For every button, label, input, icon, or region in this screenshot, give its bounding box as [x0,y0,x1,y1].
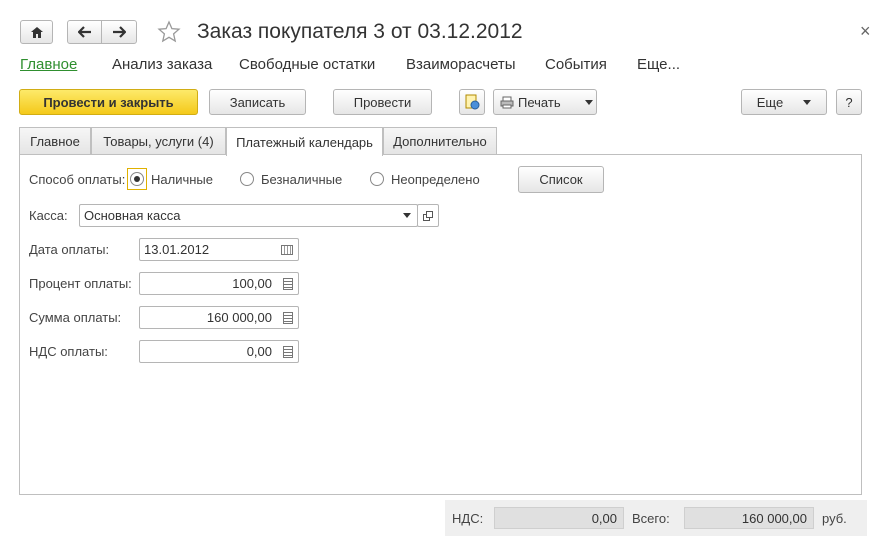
nav-more[interactable]: Еще... [637,56,680,73]
payment-vat-value: 0,00 [246,344,272,359]
nav-main[interactable]: Главное [20,56,77,73]
post-button[interactable]: Провести [333,89,432,115]
tab-main-label: Главное [30,134,80,149]
post-and-close-button[interactable]: Провести и закрыть [19,89,198,115]
help-label: ? [845,94,853,110]
favorite-star-icon[interactable] [157,20,181,47]
save-label: Записать [229,94,286,110]
payment-amount-label: Сумма оплаты: [29,310,122,325]
tab-additional[interactable]: Дополнительно [383,127,497,155]
payment-amount-value: 160 000,00 [206,310,272,325]
window-title: Заказ покупателя 3 от 03.12.2012 [197,20,523,43]
calculator-icon[interactable] [283,278,293,290]
help-button[interactable]: ? [836,89,862,115]
footer-vat-label: НДС: [452,511,484,526]
post-and-close-label: Провести и закрыть [43,94,174,110]
radio-cash[interactable] [130,172,144,186]
nav-free-stock[interactable]: Свободные остатки [239,56,375,73]
document-structure-button[interactable] [459,89,485,115]
forward-button[interactable] [101,20,137,44]
nav-events[interactable]: События [545,56,607,73]
calculator-icon[interactable] [283,346,293,358]
payment-vat-field[interactable]: 0,00 [139,340,299,363]
tab-goods-services-label: Товары, услуги (4) [103,134,214,149]
tab-payment-calendar[interactable]: Платежный календарь [226,127,383,156]
nav-order-analysis[interactable]: Анализ заказа [112,56,212,73]
calculator-icon[interactable] [283,312,293,324]
radio-undefined[interactable] [370,172,384,186]
more-actions-button[interactable]: Еще [741,89,827,115]
payment-percent-value: 100,00 [232,276,272,291]
document-structure-icon [465,94,480,110]
radio-cash-label[interactable]: Наличные [151,172,213,187]
payment-date-field[interactable]: 13.01.2012 [139,238,299,261]
tab-payment-calendar-label: Платежный календарь [236,134,373,150]
open-form-icon [423,210,433,221]
tab-additional-label: Дополнительно [393,134,487,149]
home-icon [30,26,43,38]
chevron-down-icon[interactable] [403,213,411,218]
footer-vat-value: 0,00 [494,507,624,529]
radio-cashless[interactable] [240,172,254,186]
tab-main[interactable]: Главное [19,127,91,155]
arrow-left-icon [77,26,91,38]
arrow-right-icon [113,26,126,38]
list-button[interactable]: Список [518,166,604,193]
chevron-down-icon [584,99,593,105]
close-icon[interactable]: × [860,21,871,42]
payment-date-label: Дата оплаты: [29,242,110,257]
print-label: Печать [518,94,561,110]
payment-date-value: 13.01.2012 [144,242,210,257]
printer-icon [500,96,514,108]
cashbox-value: Основная касса [84,208,181,223]
payment-vat-label: НДС оплаты: [29,344,108,359]
save-button[interactable]: Записать [209,89,306,115]
calendar-icon[interactable] [281,245,293,255]
chevron-down-icon [803,99,812,105]
footer-total-label: Всего: [632,511,670,526]
back-button[interactable] [67,20,102,44]
tab-goods-services[interactable]: Товары, услуги (4) [91,127,226,155]
radio-undefined-label[interactable]: Неопределено [391,172,480,187]
cashbox-label: Касса: [29,208,68,223]
cashbox-open-button[interactable] [417,204,439,227]
payment-percent-field[interactable]: 100,00 [139,272,299,295]
payment-amount-field[interactable]: 160 000,00 [139,306,299,329]
footer-currency: руб. [822,511,847,526]
home-button[interactable] [20,20,53,44]
more-actions-label: Еще [756,94,784,110]
nav-settlements[interactable]: Взаиморасчеты [406,56,516,73]
footer-total-value: 160 000,00 [684,507,814,529]
radio-cashless-label[interactable]: Безналичные [261,172,342,187]
payment-method-label: Способ оплаты: [29,172,126,187]
post-label: Провести [353,94,412,110]
print-button[interactable]: Печать [493,89,597,115]
cashbox-field[interactable]: Основная касса [79,204,418,227]
list-button-label: Список [539,172,583,187]
payment-percent-label: Процент оплаты: [29,276,132,291]
